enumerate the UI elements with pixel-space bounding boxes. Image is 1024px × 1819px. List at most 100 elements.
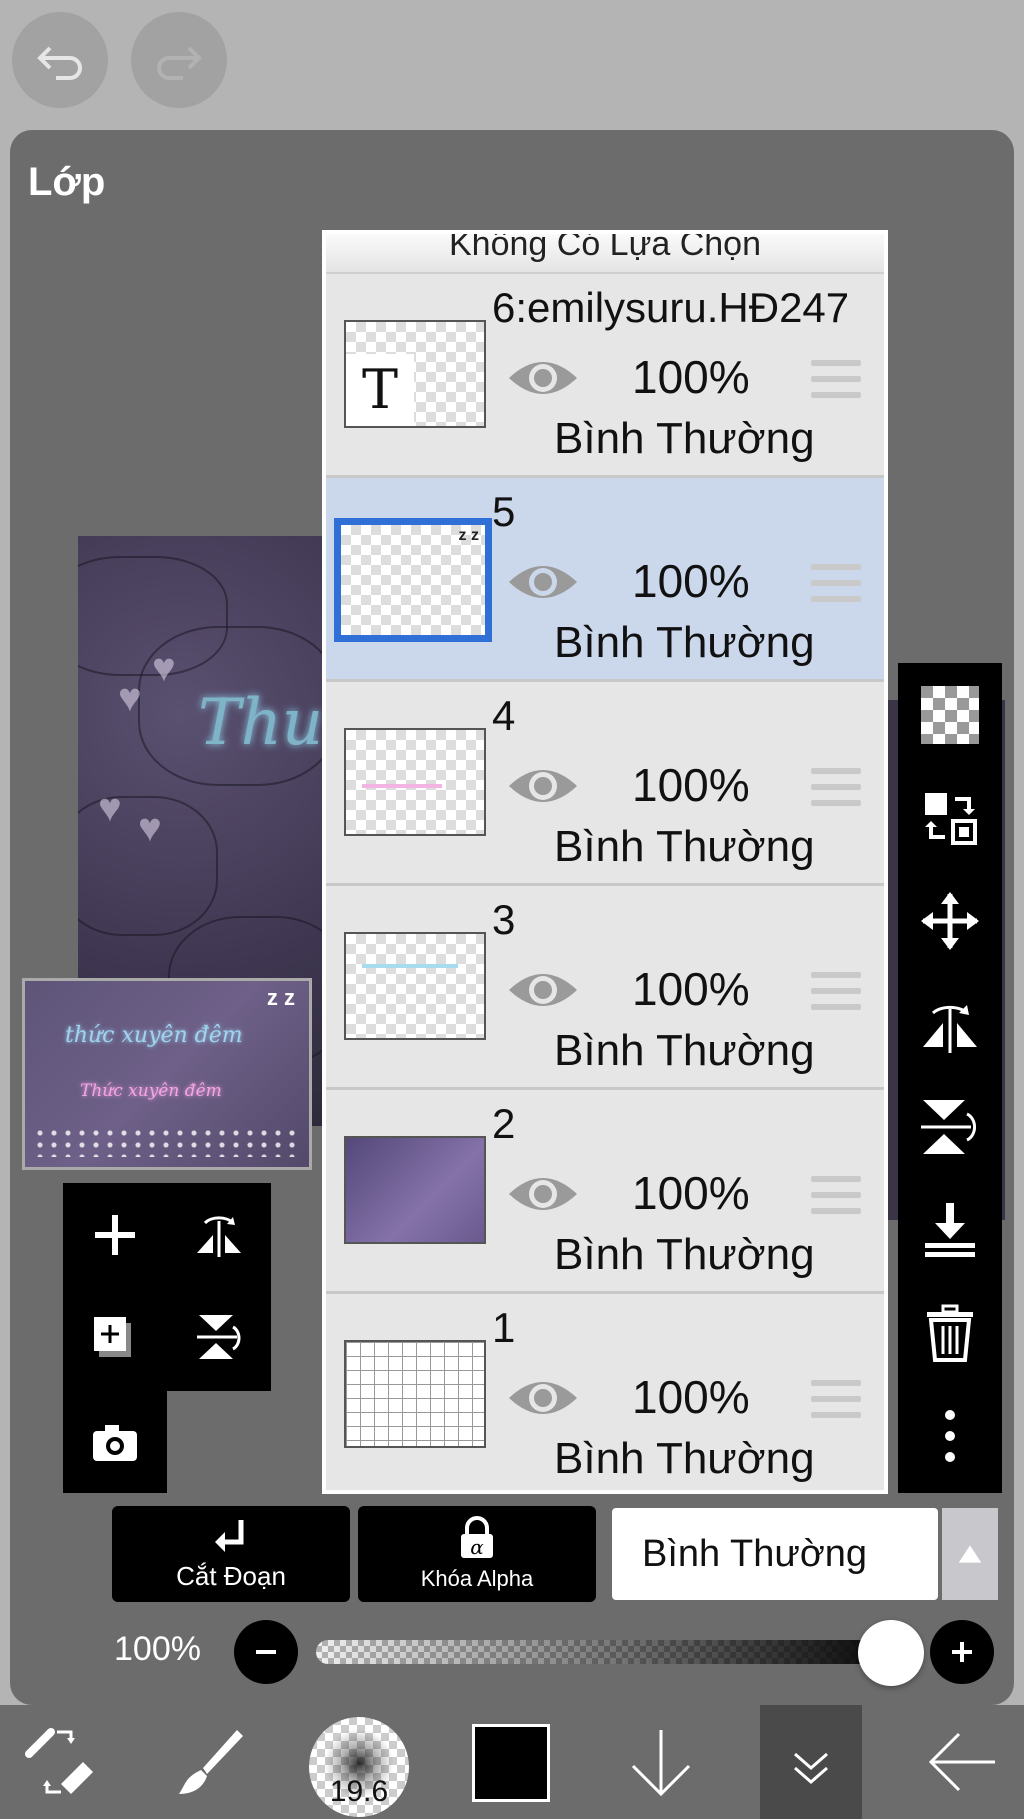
drag-handle-icon[interactable]	[811, 360, 861, 400]
layer-blend-mode: Bình Thường	[554, 414, 815, 463]
canvas-preview-thumbnail[interactable]: z z thức xuyên đêm Thức xuyên đêm	[22, 978, 312, 1170]
duplicate-layer-button[interactable]	[75, 1297, 155, 1377]
brush-tool-button[interactable]	[156, 1705, 266, 1819]
selection-header[interactable]: Không Có Lựa Chọn	[326, 234, 884, 274]
flip-horizontal-right-button[interactable]	[910, 984, 990, 1064]
move-icon	[921, 892, 979, 950]
opacity-slider-track[interactable]	[316, 1640, 882, 1664]
layer-row[interactable]: 4 100% Bình Thường	[326, 682, 884, 886]
flip-vertical-right-button[interactable]	[910, 1087, 990, 1167]
more-vertical-icon	[945, 1410, 955, 1462]
layer-blend-mode: Bình Thường	[554, 822, 815, 871]
camera-icon	[93, 1425, 137, 1461]
redo-button[interactable]	[131, 12, 227, 108]
alpha-lock-button[interactable]: α Khóa Alpha	[358, 1506, 596, 1602]
checkerboard-icon	[921, 686, 979, 744]
layer-row[interactable]: T 6:emilysuru.HĐ247 100% Bình Thường	[326, 274, 884, 478]
layer-name: 4	[492, 692, 516, 739]
layer-row[interactable]: 1 100% Bình Thường	[326, 1294, 884, 1490]
flip-horizontal-button[interactable]	[179, 1195, 259, 1275]
layer-blend-mode: Bình Thường	[554, 1230, 815, 1279]
eye-icon[interactable]	[506, 964, 580, 1016]
layer-row-selected[interactable]: z z 5 100% Bình Thường	[326, 478, 884, 682]
layer-blend-mode: Bình Thường	[554, 1434, 815, 1483]
layer-name: 2	[492, 1100, 516, 1147]
layer-thumbnail	[344, 1340, 486, 1448]
back-button[interactable]	[908, 1705, 1018, 1819]
add-layer-button[interactable]	[75, 1195, 155, 1275]
clip-arrow-icon	[215, 1520, 244, 1552]
layer-row[interactable]: 3 100% Bình Thường	[326, 886, 884, 1090]
arrow-left-icon	[928, 1732, 995, 1792]
clipping-button[interactable]: Cắt Đoạn	[112, 1506, 350, 1602]
blend-mode-dropdown-button[interactable]	[942, 1508, 998, 1600]
brush-size-button[interactable]: 19.6	[309, 1717, 409, 1817]
flip-vertical-icon	[921, 1100, 976, 1154]
preview-line1: thức xuyên đêm	[65, 1023, 243, 1048]
trash-icon	[927, 1304, 973, 1362]
alpha-lock-label: Khóa Alpha	[420, 1566, 534, 1591]
triangle-up-icon	[958, 1545, 982, 1563]
camera-button[interactable]	[75, 1403, 155, 1483]
chevron-double-down-icon	[794, 1752, 828, 1784]
layer-add-toolbar	[63, 1183, 271, 1493]
eye-icon[interactable]	[506, 1372, 580, 1424]
layer-name: 3	[492, 896, 516, 943]
arrow-down-button[interactable]	[606, 1705, 716, 1819]
layer-opacity: 100%	[632, 555, 750, 607]
layer-tools-toolbar	[898, 663, 1002, 1493]
layer-opacity: 100%	[632, 963, 750, 1015]
move-layer-button[interactable]	[910, 881, 990, 961]
redo-icon	[157, 46, 202, 80]
opacity-value: 100%	[114, 1630, 201, 1668]
color-swatch[interactable]	[472, 1724, 550, 1802]
layer-opacity: 100%	[632, 1371, 750, 1423]
flip-horizontal-icon	[197, 1216, 241, 1257]
paintbrush-icon	[179, 1730, 243, 1794]
brush-eraser-toggle-button[interactable]	[4, 1705, 114, 1819]
drag-handle-icon[interactable]	[811, 1176, 861, 1216]
layer-list[interactable]: Không Có Lựa Chọn T 6:emilysuru.HĐ247 10…	[322, 230, 888, 1494]
layer-blend-mode: Bình Thường	[554, 1026, 815, 1075]
drag-handle-icon[interactable]	[811, 1380, 861, 1420]
preview-zz: z z	[266, 985, 295, 1010]
undo-icon	[37, 46, 82, 80]
eye-icon[interactable]	[506, 556, 580, 608]
opacity-decrease-button[interactable]	[234, 1620, 298, 1684]
layer-opacity: 100%	[632, 759, 750, 811]
layer-blend-mode: Bình Thường	[554, 618, 815, 667]
delete-layer-button[interactable]	[910, 1293, 990, 1373]
plus-icon	[952, 1642, 972, 1662]
drag-handle-icon[interactable]	[811, 768, 861, 808]
merge-down-button[interactable]	[910, 1190, 990, 1270]
undo-button[interactable]	[12, 12, 108, 108]
lock-alpha-icon: α	[461, 1516, 493, 1559]
drag-handle-icon[interactable]	[811, 972, 861, 1012]
layer-row[interactable]: 2 100% Bình Thường	[326, 1090, 884, 1294]
layers-panel-button[interactable]	[760, 1705, 862, 1819]
opacity-increase-button[interactable]	[930, 1620, 994, 1684]
svg-text:α: α	[470, 1535, 484, 1559]
opacity-slider-handle[interactable]	[858, 1620, 924, 1686]
layer-thumbnail: z z	[334, 518, 492, 642]
layer-thumbnail	[344, 728, 486, 836]
blend-mode-select[interactable]: Bình Thường	[612, 1508, 938, 1600]
brush-size-value: 19.6	[329, 1775, 389, 1808]
duplicate-icon	[94, 1317, 131, 1357]
layer-thumbnail: T	[344, 320, 486, 428]
drag-handle-icon[interactable]	[811, 564, 861, 604]
eye-icon[interactable]	[506, 352, 580, 404]
merge-down-icon	[925, 1203, 975, 1257]
flip-vertical-button[interactable]	[179, 1297, 259, 1377]
swap-icon	[925, 793, 977, 845]
eye-icon[interactable]	[506, 760, 580, 812]
layer-name: 6:emilysuru.HĐ247	[492, 284, 850, 331]
transparent-layer-button[interactable]	[910, 675, 990, 755]
panel-title: Lớp	[28, 160, 106, 204]
layer-name: 1	[492, 1304, 516, 1351]
layer-name: 5	[492, 488, 516, 535]
more-options-button[interactable]	[910, 1396, 990, 1476]
swap-layer-button[interactable]	[910, 778, 990, 858]
eye-icon[interactable]	[506, 1168, 580, 1220]
canvas-neon-text: Thu	[198, 686, 324, 760]
